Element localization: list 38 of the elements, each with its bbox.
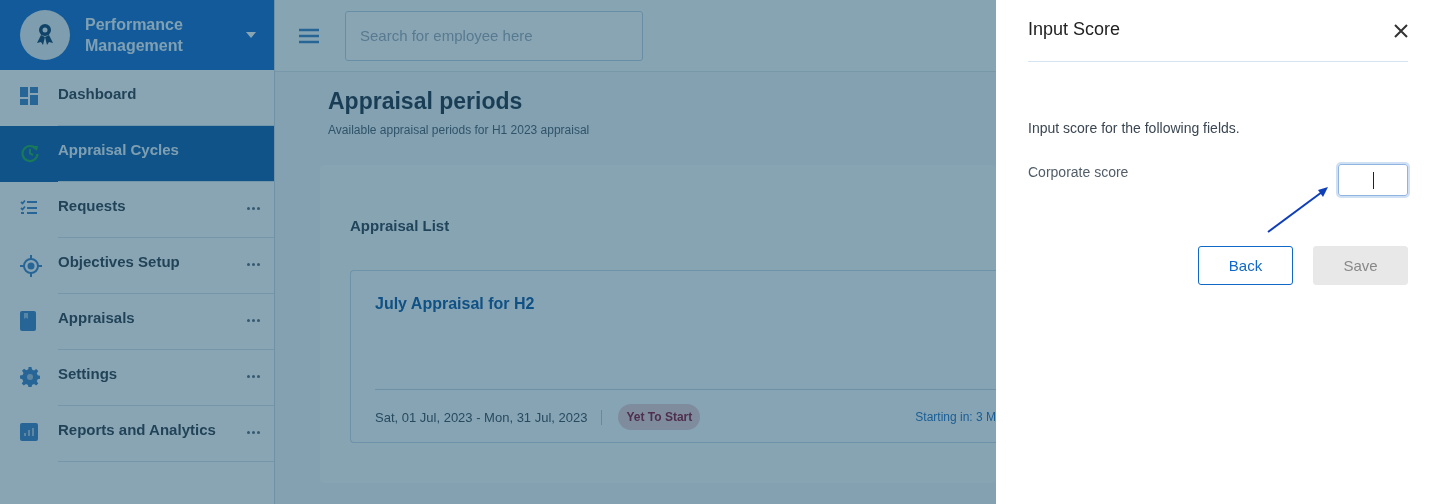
book-icon bbox=[20, 311, 36, 331]
caret-icon[interactable] bbox=[246, 32, 256, 38]
nav-item[interactable]: Reports and Analytics bbox=[0, 406, 274, 462]
checklist-icon bbox=[20, 199, 38, 215]
list-title: Appraisal List bbox=[350, 217, 451, 234]
nav-item[interactable]: Appraisals bbox=[0, 294, 274, 350]
nav-item[interactable]: Appraisal Cycles bbox=[0, 126, 274, 182]
page-subtitle: Available appraisal periods for H1 2023 appraisal bbox=[328, 123, 591, 137]
annotation-arrow bbox=[1266, 184, 1330, 234]
countdown-text: Starting in: 3 M bbox=[915, 410, 996, 424]
page-title: Appraisal periods bbox=[328, 88, 524, 115]
more-icon[interactable] bbox=[247, 263, 260, 266]
dialog-title: Input Score bbox=[1028, 19, 1121, 40]
dashboard-icon bbox=[20, 87, 38, 105]
award-icon bbox=[20, 10, 70, 60]
nav-item[interactable]: Dashboard bbox=[0, 70, 274, 126]
more-icon[interactable] bbox=[247, 431, 260, 434]
status-badge: Yet To Start bbox=[618, 404, 701, 430]
appraisal-card[interactable]: July Appraisal for H2 Sat, 01 Jul, 2023 - Mon, 31 Jul, 2023 Yet To Start Starting in: 3 M bbox=[350, 270, 996, 443]
back-button[interactable]: Back bbox=[1198, 246, 1293, 285]
more-icon[interactable] bbox=[247, 375, 260, 378]
settings-icon bbox=[20, 367, 40, 387]
field-label: Corporate score bbox=[1028, 164, 1129, 182]
nav-item[interactable]: Objectives Setup bbox=[0, 238, 274, 294]
target-icon bbox=[20, 255, 42, 277]
more-icon[interactable] bbox=[247, 207, 260, 210]
date-range: Sat, 01 Jul, 2023 - Mon, 31 Jul, 2023 bbox=[375, 409, 603, 425]
clock-refresh-icon bbox=[20, 143, 40, 163]
appraisal-title[interactable]: July Appraisal for H2 bbox=[375, 295, 535, 313]
instruction-text: Input score for the following fields. bbox=[1028, 120, 1241, 136]
nav-item[interactable]: Requests bbox=[0, 182, 274, 238]
more-icon[interactable] bbox=[247, 319, 260, 322]
nav-item[interactable]: Settings bbox=[0, 350, 274, 406]
close-icon[interactable] bbox=[1394, 23, 1408, 38]
app-title: Performance Management bbox=[85, 15, 184, 56]
score-field[interactable] bbox=[1338, 164, 1408, 196]
menu-icon[interactable] bbox=[299, 27, 319, 44]
chart-icon bbox=[20, 423, 38, 441]
